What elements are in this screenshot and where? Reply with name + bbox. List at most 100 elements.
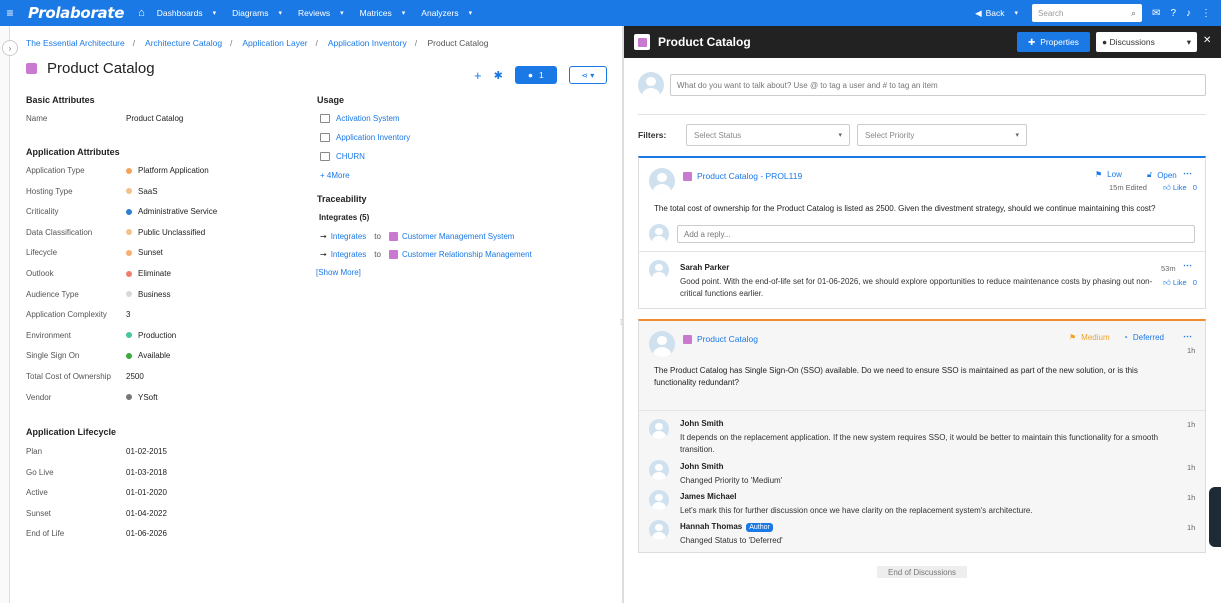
show-more-link[interactable]: [Show More] [316, 268, 361, 277]
attribute-label: Vendor [26, 392, 52, 402]
close-icon[interactable]: ✕ [1203, 35, 1211, 46]
target-link[interactable]: Customer Management System [402, 232, 515, 241]
new-discussion-input[interactable]: What do you want to talk about? Use @ to… [670, 74, 1206, 96]
nav-analyzers[interactable]: Analyzers ▾ [421, 8, 472, 18]
lifecycle-date: 01-01-2020 [126, 488, 167, 498]
usage-item[interactable]: CHURN [320, 152, 365, 161]
arrow-right-icon: ➞ [320, 250, 327, 259]
attribute-row: Hosting Type SaaS [26, 187, 158, 196]
timestamp: 1h [1187, 420, 1196, 429]
attribute-value: Available [126, 351, 170, 360]
discussions-title: Product Catalog [658, 35, 751, 49]
lifecycle-label: Sunset [26, 508, 51, 518]
discussion-title-link[interactable]: Product Catalog [683, 334, 758, 344]
app-logo[interactable]: Prolaborate [28, 4, 124, 22]
application-component-icon [388, 232, 398, 241]
properties-button[interactable]: ✚ Properties [1017, 32, 1090, 52]
relation-link[interactable]: Integrates [331, 250, 367, 259]
breadcrumb: The Essential Architecture / Architecture… [26, 38, 489, 48]
share-icon: ⋖ ▾ [581, 70, 595, 80]
usage-more-link[interactable]: + 4More [320, 171, 350, 180]
status-filter-select[interactable]: Select Status ▾ [686, 124, 850, 146]
side-drawer-tab[interactable] [1209, 487, 1221, 547]
bell-icon[interactable]: ♪ [1186, 8, 1191, 19]
timestamp: 15m Edited [1109, 183, 1147, 192]
expand-sidebar-icon[interactable]: › [2, 40, 18, 56]
arrow-right-icon: ➞ [320, 232, 327, 241]
status-dot-icon [126, 188, 132, 195]
usage-title: Usage [317, 95, 345, 105]
help-icon[interactable]: ? [1170, 8, 1176, 19]
attribute-label: Total Cost of Ownership [26, 372, 111, 381]
more-options-icon[interactable]: ⋯ [1183, 260, 1193, 271]
thumbs-up-icon: 👍︎ [1163, 278, 1173, 287]
attribute-label: Data Classification [26, 227, 93, 237]
like-button[interactable]: 👍︎ Like 0 [1163, 183, 1197, 193]
trace-row: ➞ Integrates to Customer Relationship Ma… [320, 250, 532, 259]
discussion-title-link[interactable]: Product Catalog - PROL119 [683, 171, 802, 181]
priority-filter-select[interactable]: Select Priority ▾ [857, 124, 1027, 146]
diagram-icon [320, 133, 330, 142]
priority-badge[interactable]: ⚑ Low [1095, 170, 1122, 179]
search-input[interactable]: Search ⌕ [1032, 4, 1143, 22]
like-button[interactable]: 👍︎ Like 0 [1163, 278, 1197, 288]
lifecycle-label: Active [26, 488, 48, 498]
discussion-body: The total cost of ownership for the Prod… [654, 204, 1156, 213]
attribute-label: Environment [26, 330, 71, 340]
breadcrumb-item[interactable]: The Essential Architecture [26, 38, 125, 48]
nav-dashboards[interactable]: Dashboards ▾ [157, 8, 216, 18]
application-component-icon [683, 171, 692, 181]
nav-matrices[interactable]: Matrices ▾ [360, 8, 406, 18]
timestamp: 1h [1187, 463, 1196, 472]
breadcrumb-item[interactable]: Application Inventory [328, 38, 407, 48]
chevron-down-icon: ▾ [278, 10, 283, 17]
home-icon[interactable]: ⌂ [138, 7, 145, 19]
reply-text: It depends on the replacement applicatio… [680, 433, 1159, 454]
drag-handle-icon[interactable]: ⁞ [620, 318, 622, 327]
relation-link[interactable]: Integrates [331, 232, 367, 241]
status-badge[interactable]: ◔ Deferred [1123, 333, 1164, 342]
user-menu-icon[interactable]: ⋮ [1201, 8, 1211, 19]
reply-author: Sarah Parker [680, 263, 730, 272]
gear-icon[interactable]: ✱ [494, 69, 503, 82]
attribute-label: Criticality [26, 207, 59, 217]
reply-input[interactable]: Add a reply... [677, 225, 1195, 243]
chevron-down-icon: ▾ [212, 10, 217, 17]
attribute-row: Single Sign On Available [26, 351, 170, 360]
share-button[interactable]: ⋖ ▾ [568, 66, 607, 84]
flag-icon: ⚑ [1095, 170, 1103, 179]
attribute-value: Eliminate [126, 269, 171, 278]
add-icon[interactable]: + [474, 68, 482, 83]
back-button[interactable]: ◀ Back ▾ [975, 8, 1018, 19]
attribute-value: Administrative Service [126, 207, 217, 216]
status-badge[interactable]: 🔓︎ Open [1147, 170, 1177, 180]
target-link[interactable]: Customer Relationship Management [402, 250, 532, 259]
attribute-label: Single Sign On [26, 351, 80, 361]
chat-icon[interactable]: ✉ [1152, 8, 1160, 19]
filters-label: Filters: [638, 130, 667, 140]
breadcrumb-item[interactable]: Application Layer [242, 38, 307, 48]
attribute-row: Lifecycle Sunset [26, 248, 163, 257]
more-options-icon[interactable]: ⋯ [1183, 168, 1193, 179]
breadcrumb-item[interactable]: Architecture Catalog [145, 38, 222, 48]
attribute-row: Outlook Eliminate [26, 269, 171, 278]
menu-icon[interactable]: ≡ [0, 6, 20, 20]
usage-item[interactable]: Activation System [320, 114, 400, 123]
chevron-down-icon: ▾ [838, 132, 842, 139]
priority-badge[interactable]: ⚑ Medium [1069, 333, 1110, 342]
author-badge: Author [746, 523, 773, 532]
comments-button[interactable]: ● 1 [514, 66, 557, 84]
attribute-row: Total Cost of Ownership 2500 [26, 372, 144, 381]
view-select[interactable]: ● Discussions ▾ [1096, 32, 1197, 52]
lifecycle-label: Go Live [26, 467, 54, 477]
lifecycle-date: 01-03-2018 [126, 467, 167, 477]
nav-diagrams[interactable]: Diagrams ▾ [232, 8, 282, 18]
attribute-label: Outlook [26, 269, 54, 278]
more-options-icon[interactable]: ⋯ [1183, 331, 1193, 342]
nav-reviews[interactable]: Reviews ▾ [298, 8, 344, 18]
discussions-panel: Product Catalog ✚ Properties ● Discussion… [624, 26, 1221, 603]
lifecycle-row: Sunset 01-04-2022 [26, 509, 167, 518]
usage-item[interactable]: Application Inventory [320, 133, 410, 142]
search-icon[interactable]: ⌕ [1131, 8, 1136, 19]
chevron-down-icon: ▾ [1014, 10, 1019, 17]
